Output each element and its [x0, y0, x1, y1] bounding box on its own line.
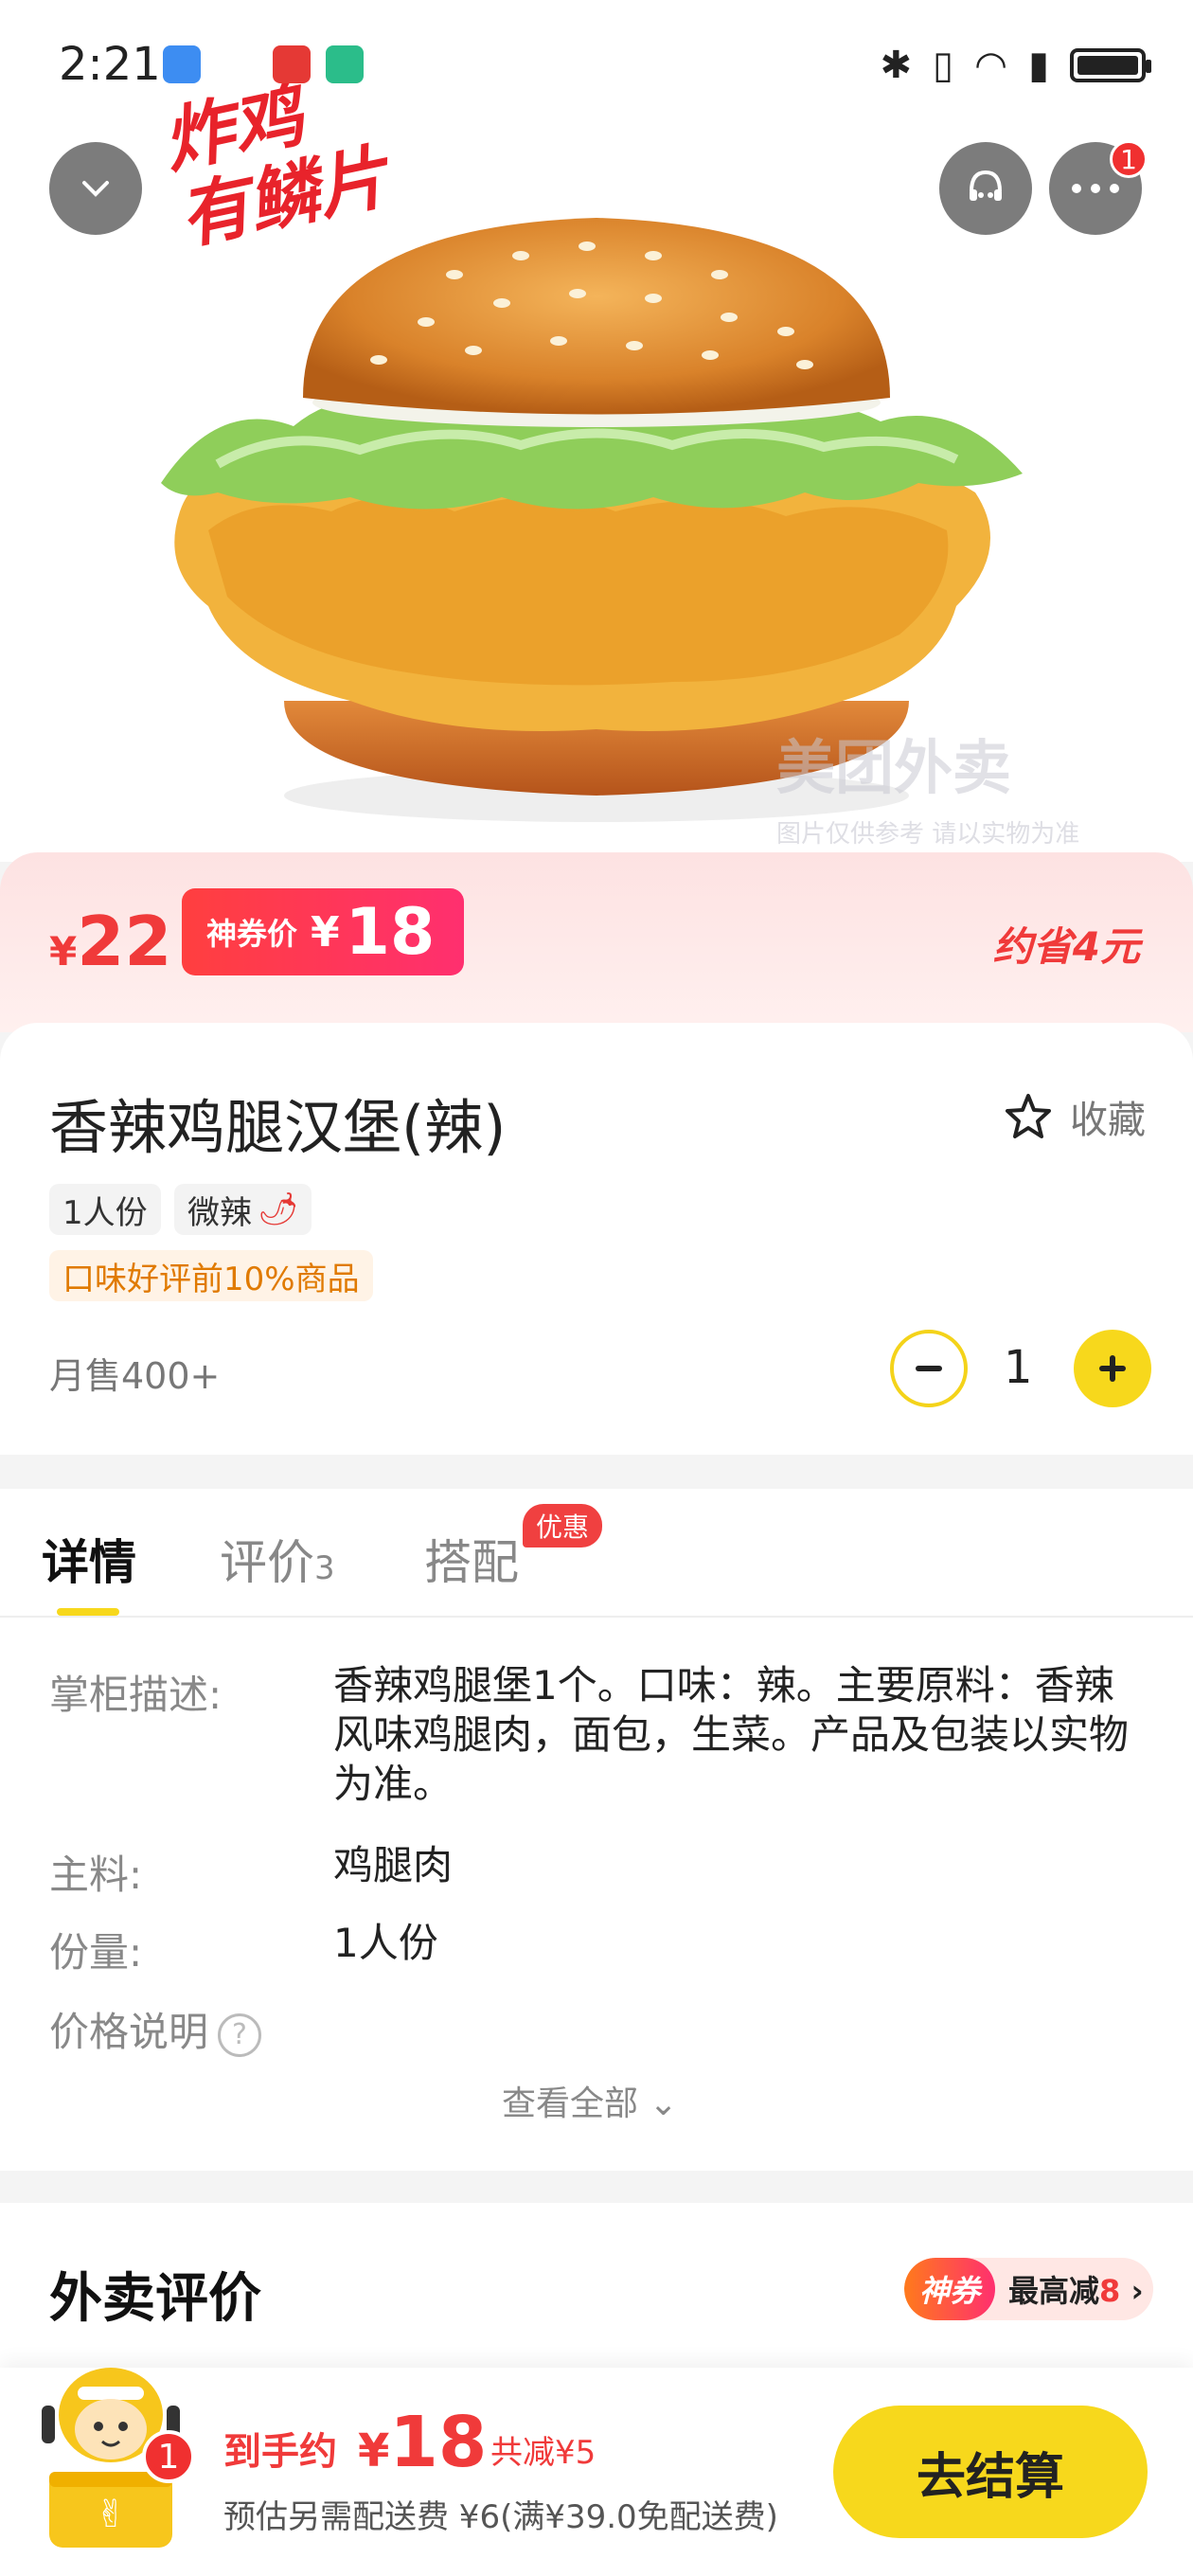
total-label: 到手约 [223, 2430, 337, 2474]
original-price-value: 22 [77, 902, 172, 981]
more-icon [1072, 184, 1119, 193]
reviews-title: 外卖评价 [49, 2268, 261, 2330]
favorite-button[interactable]: 收藏 [1002, 1089, 1146, 1144]
coupon-value: 18 [345, 894, 436, 970]
tab-underline [57, 1608, 119, 1616]
usb-icon [163, 45, 201, 83]
tab-reviews-label: 评价 [220, 1535, 314, 1590]
tab-reviews[interactable]: 评价3 [220, 1525, 335, 1593]
coupon-currency: ¥ [311, 907, 340, 957]
total-save: 共减¥5 [490, 2434, 596, 2472]
tab-detail[interactable]: 详情 [42, 1525, 136, 1593]
portion-label: 份量: [49, 1929, 143, 1976]
tab-divider [0, 1616, 1193, 1618]
reviews-promo[interactable]: 神券 最高减8 › [904, 2258, 1153, 2320]
minus-icon [916, 1366, 942, 1371]
total-value: ¥18 [358, 2402, 487, 2483]
main-ingredient-label: 主料: [49, 1852, 143, 1898]
collapse-button[interactable] [49, 142, 142, 235]
tag-spicy-label: 微辣 [187, 1193, 252, 1232]
combo-badge: 优惠 [523, 1504, 603, 1547]
original-price-currency: ¥ [49, 928, 78, 975]
monthly-sales: 月售400+ [49, 1355, 221, 1397]
shield-icon [326, 45, 364, 83]
good-rating-tag: 口味好评前10%商品 [49, 1250, 373, 1301]
main-ingredient-value: 鸡腿肉 [333, 1842, 454, 1888]
product-title: 香辣鸡腿汉堡(辣) [49, 1093, 507, 1162]
promo-tag: 神券 [904, 2258, 996, 2320]
status-bar: 2:21 ✱ ▯ ◠ ▮ [0, 0, 1193, 133]
total-amount: 18 [389, 2402, 488, 2483]
quantity-plus-button[interactable] [1074, 1330, 1151, 1407]
save-text: 约省 [992, 923, 1073, 970]
watermark: 美团外卖 [776, 733, 1012, 802]
favorite-label: 收藏 [1070, 1099, 1146, 1142]
more-badge: 1 [1110, 140, 1148, 178]
status-icons: ✱ ▯ ◠ ▮ [880, 44, 1151, 87]
portion-value: 1人份 [333, 1920, 438, 1966]
total-currency: ¥ [358, 2424, 390, 2478]
quantity-value: 1 [1004, 1341, 1033, 1394]
delivery-note: 预估另需配送费 ¥6(满¥39.0免配送费) [223, 2498, 778, 2536]
save-value: 4元 [1072, 923, 1140, 970]
chevron-down-icon [82, 181, 109, 197]
coupon-price: 神券价 ¥ 18 [182, 888, 464, 975]
checkout-button[interactable]: 去结算 [833, 2406, 1148, 2538]
save-amount: 约省4元 [993, 915, 1140, 973]
star-icon [1006, 1094, 1051, 1138]
huawei-icon [273, 45, 311, 83]
watermark-sub: 图片仅供参考 请以实物为准 [776, 820, 1080, 849]
battery-icon [1070, 48, 1151, 82]
view-all-label: 查看全部 [502, 2084, 639, 2123]
wifi-icon: ◠ [974, 44, 1007, 87]
original-price: ¥22 [49, 902, 171, 981]
customer-service-icon [970, 170, 1002, 201]
tag-portion: 1人份 [49, 1184, 161, 1235]
view-all-button[interactable]: 查看全部 ⌄ [502, 2076, 678, 2125]
svg-text:✌: ✌ [95, 2493, 127, 2536]
plus-icon [1099, 1355, 1126, 1382]
customer-service-button[interactable] [939, 142, 1032, 235]
promo-text-label: 最高减 [1008, 2273, 1100, 2309]
vibrate-icon: ▯ [933, 44, 954, 87]
bluetooth-icon: ✱ [880, 44, 913, 87]
cart-count-badge: 1 [142, 2430, 195, 2483]
price-note[interactable]: 价格说明? [49, 2000, 262, 2058]
tab-combo[interactable]: 搭配 [424, 1525, 519, 1593]
detail-section [0, 1489, 1193, 2171]
chevron-right-icon: › [1131, 2273, 1144, 2309]
quantity-minus-button[interactable] [890, 1330, 968, 1407]
coupon-label: 神券价 [206, 916, 298, 952]
tab-reviews-count: 3 [314, 1549, 335, 1587]
desc-value: 香辣鸡腿堡1个。口味：辣。主要原料：香辣风味鸡腿肉，面包，生菜。产品及包装以实物… [333, 1662, 1130, 1807]
promo-amount: 8 [1099, 2273, 1121, 2309]
chili-icon: 🌶 [258, 1190, 299, 1228]
desc-label: 掌柜描述: [49, 1672, 223, 1718]
alert-icon: ▮ [1027, 44, 1049, 87]
status-time: 2:21 [59, 38, 161, 91]
promo-text: 最高减8 › [995, 2267, 1153, 2311]
price-note-label: 价格说明 [49, 2009, 209, 2055]
question-icon[interactable]: ? [218, 2012, 262, 2057]
tag-spicy: 微辣 🌶 [174, 1184, 312, 1235]
chevron-down-small-icon: ⌄ [649, 2084, 678, 2123]
